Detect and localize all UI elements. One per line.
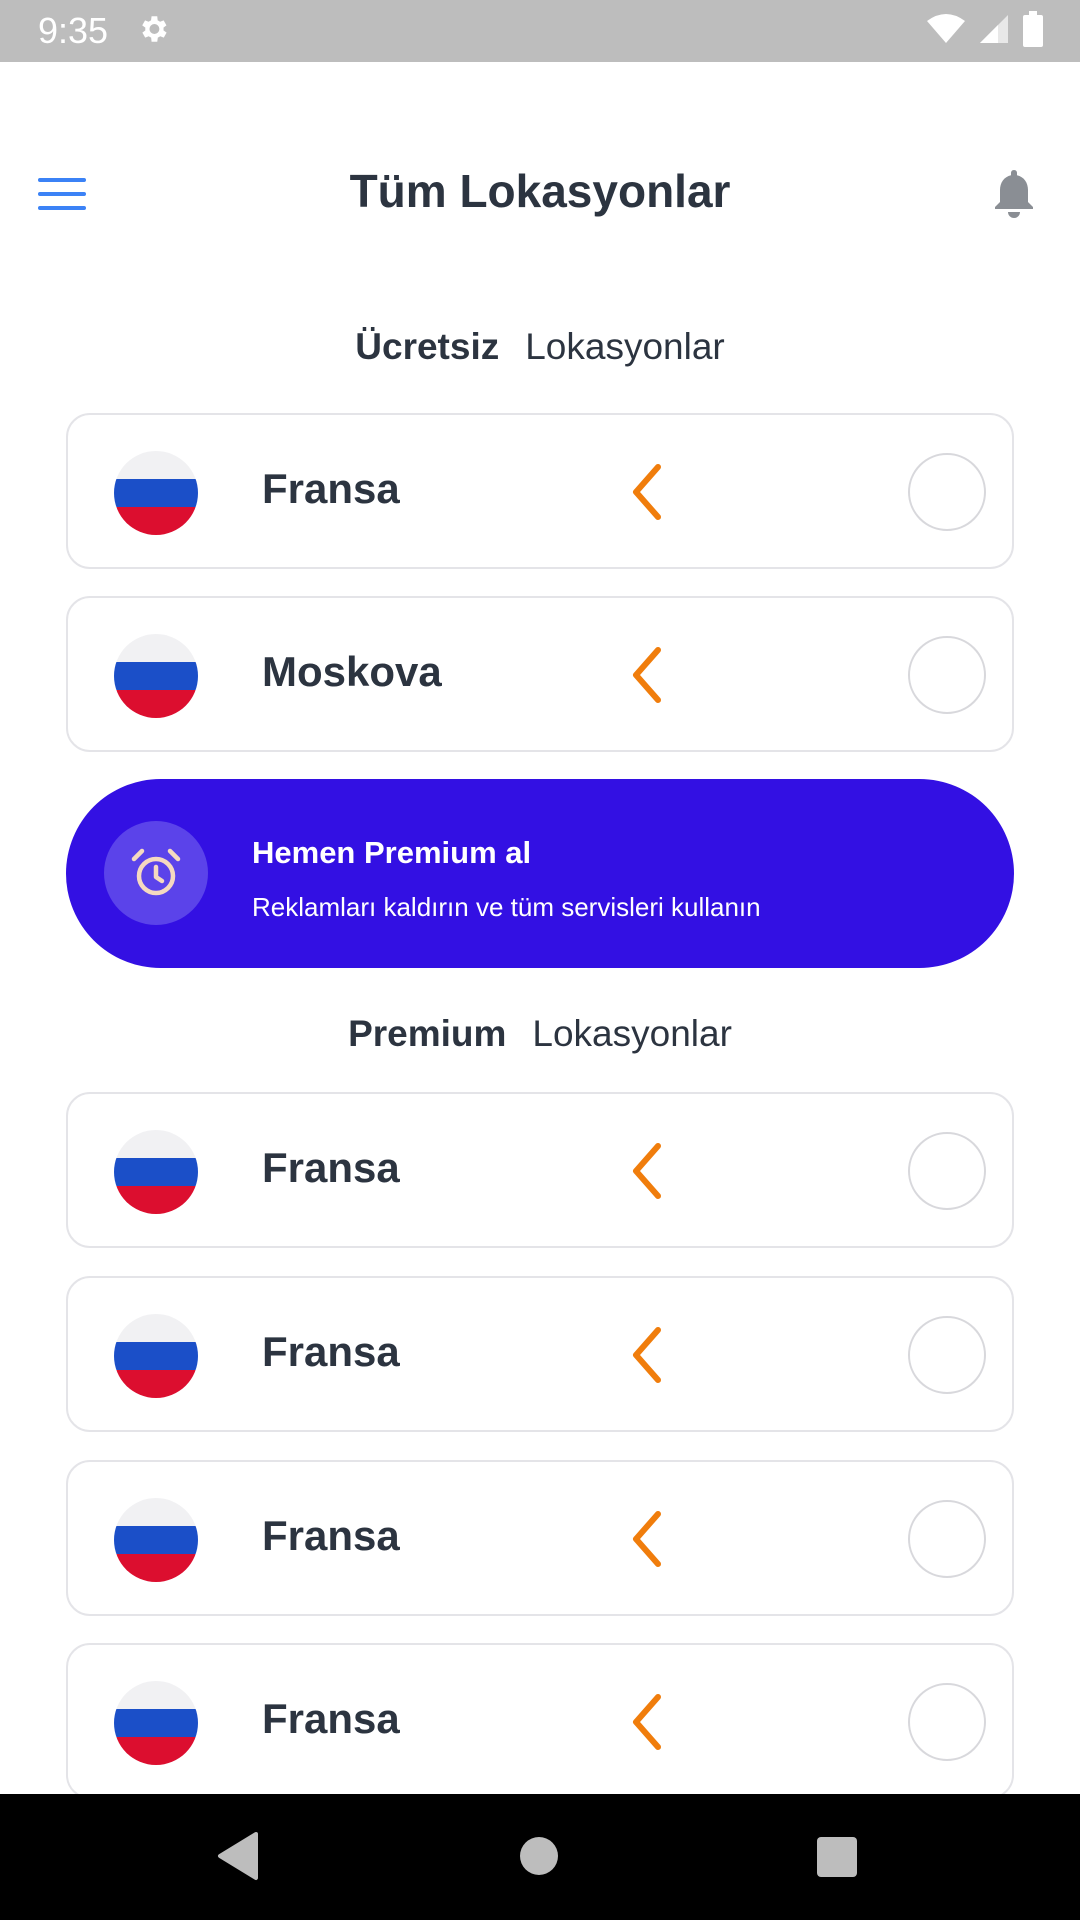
chevron-left-icon <box>628 1142 668 1200</box>
status-right <box>926 10 1044 52</box>
russia-flag-icon <box>114 1130 198 1214</box>
free-heading-rest: Lokasyonlar <box>525 326 725 367</box>
premium-subtitle: Reklamları kaldırın ve tüm servisleri ku… <box>252 892 761 922</box>
location-card-premium-4[interactable]: Fransa <box>66 1643 1014 1799</box>
bell-icon[interactable] <box>990 166 1042 224</box>
location-radio[interactable] <box>908 1500 986 1578</box>
status-time: 9:35 <box>38 10 109 51</box>
settings-icon <box>136 12 170 51</box>
home-icon[interactable] <box>519 1836 559 1881</box>
location-radio[interactable] <box>908 636 986 714</box>
premium-heading-bold: Premium <box>348 1013 507 1054</box>
chevron-left-icon <box>628 463 668 521</box>
location-name: Fransa <box>262 465 400 512</box>
location-card-free-1[interactable]: Fransa <box>66 413 1014 569</box>
russia-flag-icon <box>114 1498 198 1582</box>
alarm-clock-icon <box>104 821 208 925</box>
location-name: Fransa <box>262 1512 400 1559</box>
premium-section-heading: Premium Lokasyonlar <box>0 1013 1080 1055</box>
chevron-left-icon <box>628 1693 668 1751</box>
recents-icon[interactable] <box>816 1836 858 1883</box>
location-name: Moskova <box>262 648 442 695</box>
navigation-bar <box>0 1794 1080 1920</box>
header: Tüm Lokasyonlar <box>0 62 1080 324</box>
battery-icon <box>1022 10 1044 52</box>
chevron-left-icon <box>628 1510 668 1568</box>
russia-flag-icon <box>114 634 198 718</box>
premium-title: Hemen Premium al <box>252 835 532 870</box>
location-name: Fransa <box>262 1144 400 1191</box>
chevron-left-icon <box>628 1326 668 1384</box>
free-heading-bold: Ücretsiz <box>355 326 500 367</box>
back-icon[interactable] <box>214 1830 260 1887</box>
location-name: Fransa <box>262 1328 400 1375</box>
location-radio[interactable] <box>908 453 986 531</box>
status-bar: 9:35 <box>0 0 1080 62</box>
russia-flag-icon <box>114 1314 198 1398</box>
location-name: Fransa <box>262 1695 400 1742</box>
location-card-free-2[interactable]: Moskova <box>66 596 1014 752</box>
location-radio[interactable] <box>908 1683 986 1761</box>
russia-flag-icon <box>114 1681 198 1765</box>
free-section-heading: Ücretsiz Lokasyonlar <box>0 326 1080 368</box>
wifi-icon <box>926 13 966 50</box>
signal-icon <box>978 13 1010 50</box>
premium-heading-rest: Lokasyonlar <box>532 1013 732 1054</box>
location-card-premium-3[interactable]: Fransa <box>66 1460 1014 1616</box>
page-title: Tüm Lokasyonlar <box>349 165 731 217</box>
location-radio[interactable] <box>908 1132 986 1210</box>
location-card-premium-1[interactable]: Fransa <box>66 1092 1014 1248</box>
location-radio[interactable] <box>908 1316 986 1394</box>
status-left: 9:35 <box>38 10 170 52</box>
premium-banner[interactable]: Hemen Premium al Reklamları kaldırın ve … <box>66 779 1014 968</box>
russia-flag-icon <box>114 451 198 535</box>
location-card-premium-2[interactable]: Fransa <box>66 1276 1014 1432</box>
chevron-left-icon <box>628 646 668 704</box>
